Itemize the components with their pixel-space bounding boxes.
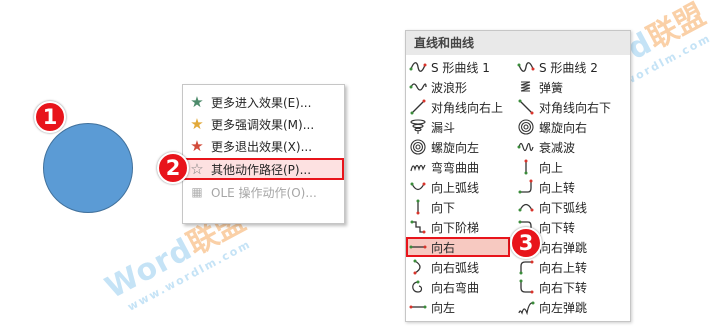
path-spring[interactable]: 弹簧 <box>514 77 618 97</box>
spiral-left-icon <box>410 139 426 155</box>
curvy-right-icon <box>412 280 423 293</box>
ole-icon: ▦ <box>191 185 203 199</box>
path-arc-up[interactable]: 向上弧线 <box>406 177 510 197</box>
path-label: 向下 <box>431 200 456 215</box>
path-stairs-down[interactable]: 向下阶梯 <box>406 217 510 237</box>
star-red-icon: ★ <box>190 136 204 155</box>
path-zigzag[interactable]: 弯弯曲曲 <box>406 157 510 177</box>
arc-up-icon <box>410 182 426 191</box>
path-diagonal-down-right[interactable]: 对角线向右下 <box>514 97 618 117</box>
turn-up-right-icon <box>519 260 534 275</box>
s-curve-1-icon <box>409 62 427 72</box>
path-label: 波浪形 <box>431 80 468 95</box>
star-green-icon: ★ <box>190 92 204 111</box>
path-label: 向左弹跳 <box>539 300 588 315</box>
diagonal-down-right-icon <box>518 99 534 115</box>
star-gold-icon: ★ <box>190 114 204 133</box>
path-decaying-wave[interactable]: 衰减波 <box>514 137 618 157</box>
path-label: 向右 <box>431 240 456 255</box>
path-label: 向右弯曲 <box>431 280 480 295</box>
path-spiral-left[interactable]: 螺旋向左 <box>406 137 510 157</box>
left-icon <box>409 305 427 309</box>
funnel-icon <box>410 119 426 134</box>
path-label: 向左 <box>431 300 456 315</box>
animation-context-menu: ★ 更多进入效果(E)... ★ 更多强调效果(M)... ★ 更多退出效果(X… <box>182 84 345 224</box>
arc-down-icon <box>518 203 534 212</box>
spring-icon <box>520 81 531 92</box>
path-turn-up-right[interactable]: 向右上转 <box>514 257 618 277</box>
path-label: 向右弹跳 <box>539 240 588 255</box>
path-label: 弯弯曲曲 <box>431 160 480 175</box>
path-left[interactable]: 向左 <box>406 297 510 317</box>
menu-item-label: OLE 操作动作(O)... <box>211 185 317 200</box>
step-badge-2: 2 <box>157 152 189 184</box>
path-turn-up[interactable]: 向上转 <box>514 177 618 197</box>
menu-item-more-exit[interactable]: ★ 更多退出效果(X)... <box>183 135 344 157</box>
path-label: 向上转 <box>539 180 576 195</box>
path-label: 衰减波 <box>539 140 576 155</box>
turn-down-right-icon <box>519 279 534 294</box>
path-arc-down[interactable]: 向下弧线 <box>514 197 618 217</box>
motion-paths-panel: 直线和曲线 S 形曲线 1 S 形曲线 2 波浪形 弹簧 对角线向右上 对角线向… <box>405 30 631 322</box>
arc-right-icon <box>413 259 421 275</box>
path-up[interactable]: 向上 <box>514 157 618 177</box>
s-curve-2-icon <box>517 62 535 72</box>
decaying-wave-icon <box>517 142 534 152</box>
menu-item-more-entrance[interactable]: ★ 更多进入效果(E)... <box>183 91 344 113</box>
turn-up-icon <box>518 179 533 194</box>
stairs-down-icon <box>410 220 426 234</box>
path-label: 弹簧 <box>539 80 564 95</box>
path-label: 向下转 <box>539 220 576 235</box>
path-label: 向右下转 <box>539 280 588 295</box>
path-s-curve-1[interactable]: S 形曲线 1 <box>406 57 510 77</box>
down-icon <box>416 199 420 215</box>
path-label: 漏斗 <box>431 120 456 135</box>
menu-item-label: 更多进入效果(E)... <box>211 95 312 110</box>
path-bounce-left[interactable]: 向左弹跳 <box>514 297 618 317</box>
bounce-left-icon <box>518 301 535 315</box>
path-right[interactable]: 向右 <box>406 237 510 257</box>
menu-item-label: 更多退出效果(X)... <box>211 139 313 154</box>
step-badge-1: 1 <box>34 101 66 133</box>
path-funnel[interactable]: 漏斗 <box>406 117 510 137</box>
diagonal-up-right-icon <box>410 99 426 115</box>
menu-item-more-emphasis[interactable]: ★ 更多强调效果(M)... <box>183 113 344 135</box>
menu-item-label: 更多强调效果(M)... <box>211 117 315 132</box>
spiral-right-icon <box>518 119 534 135</box>
menu-item-more-motion-paths[interactable]: ☆ 其他动作路径(P)... <box>183 158 344 180</box>
path-label: 向上 <box>539 160 564 175</box>
path-label: 螺旋向左 <box>431 140 480 155</box>
path-label: 向上弧线 <box>431 180 480 195</box>
path-spiral-right[interactable]: 螺旋向右 <box>514 117 618 137</box>
menu-item-label: 其他动作路径(P)... <box>211 162 312 177</box>
path-label: 螺旋向右 <box>539 120 588 135</box>
path-curvy-right[interactable]: 向右弯曲 <box>406 277 510 297</box>
path-label: S 形曲线 1 <box>431 60 490 75</box>
path-wave[interactable]: 波浪形 <box>406 77 510 97</box>
panel-title: 直线和曲线 <box>406 31 630 55</box>
step-badge-3: 3 <box>510 227 542 259</box>
path-s-curve-2[interactable]: S 形曲线 2 <box>514 57 618 77</box>
up-icon <box>524 159 528 175</box>
path-down[interactable]: 向下 <box>406 197 510 217</box>
path-label: 向右弧线 <box>431 260 480 275</box>
wave-icon <box>409 83 427 91</box>
menu-item-ole-actions[interactable]: ▦ OLE 操作动作(O)... <box>183 181 344 203</box>
path-label: 向下弧线 <box>539 200 588 215</box>
path-diagonal-up-right[interactable]: 对角线向右上 <box>406 97 510 117</box>
zigzag-curve-icon <box>410 164 426 172</box>
right-icon <box>409 245 427 249</box>
path-label: 向下阶梯 <box>431 220 480 235</box>
path-arc-right[interactable]: 向右弧线 <box>406 257 510 277</box>
path-label: 对角线向右上 <box>431 100 504 115</box>
path-label: 向右上转 <box>539 260 588 275</box>
circle-shape[interactable] <box>43 123 133 213</box>
path-label: 对角线向右下 <box>539 100 612 115</box>
path-label: S 形曲线 2 <box>539 60 598 75</box>
path-turn-down-right[interactable]: 向右下转 <box>514 277 618 297</box>
